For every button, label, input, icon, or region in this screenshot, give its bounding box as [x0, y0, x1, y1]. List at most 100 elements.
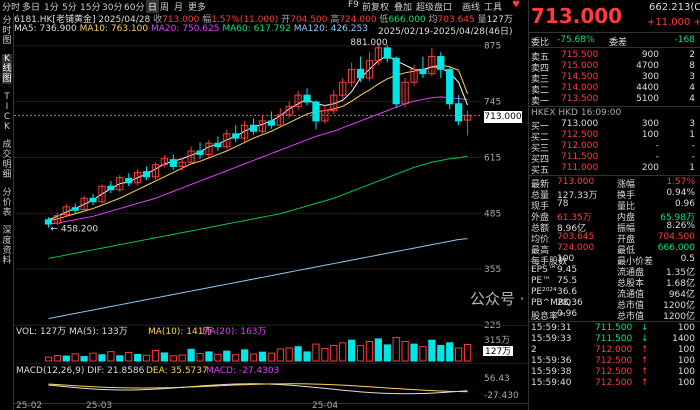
pane-divider: [14, 363, 528, 364]
panel-separator: [529, 106, 700, 107]
panel-cell: 4400: [636, 83, 659, 93]
panel-row: 卖五 715.500 900 2: [531, 50, 699, 63]
panel-cell: 28.36: [557, 298, 583, 308]
panel-index-value: 662.213(CN: [649, 2, 700, 13]
panel-row: EPS™ 9.45 流通盘 1.35亿: [531, 265, 699, 278]
volume-bar: [44, 356, 53, 362]
panel-cell: 100: [677, 345, 695, 355]
volume-bar: [401, 341, 409, 362]
panel-cell: -: [655, 152, 659, 162]
panel-cell: 1: [689, 163, 695, 173]
volume-bar: [321, 348, 329, 362]
volume-bar: [374, 338, 382, 362]
panel-cell: 15:59:31: [531, 323, 572, 333]
volume-bar: [116, 355, 124, 362]
volume-bar: [98, 354, 106, 362]
volume-bar: [241, 349, 249, 362]
volume-bar: [71, 353, 79, 362]
quote-panel: 713.000 662.213(CN +11.000 +1.57 委比-75.6…: [528, 0, 700, 410]
volume-bar: [187, 348, 195, 362]
panel-row: 现手 78 量比 0.96: [531, 199, 699, 212]
kline-chart[interactable]: 875745615485355225881.000← 458.200VOL: 1…: [14, 35, 528, 410]
panel-cell: 712.000: [561, 141, 599, 151]
panel-cell: 100: [557, 254, 575, 264]
volume-bar: [356, 345, 365, 362]
panel-cell: -75.68%: [557, 35, 595, 45]
candle-body: [267, 120, 275, 126]
ma60-line: [48, 155, 468, 259]
panel-cell: 712.500: [595, 367, 633, 377]
volume-bar: [80, 356, 88, 362]
ma60-label: MA60: 617.792: [222, 24, 291, 34]
left-tab[interactable]: TICK: [2, 92, 12, 132]
panel-cell: 900: [641, 50, 659, 60]
volume-bar: [160, 352, 168, 362]
left-tab[interactable]: 分时图: [2, 16, 12, 46]
candle-body: [383, 47, 391, 59]
panel-cell: 300: [641, 119, 659, 129]
panel-cell: 666.000: [657, 243, 695, 253]
panel-separator: [529, 47, 700, 48]
left-tab[interactable]: 分价表: [2, 188, 12, 218]
panel-row: 15:59:40 712.500 ↑ 100: [531, 378, 699, 389]
volume-bar: [151, 350, 160, 362]
left-tab[interactable]: 成交明细: [2, 140, 12, 180]
candle-body: [356, 68, 365, 79]
panel-cell: 100: [677, 323, 695, 333]
panel-row: 均价 703.645 开盘 704.500: [531, 232, 699, 245]
panel-row: 15:59:36 712.500 ↑ 100: [531, 356, 699, 367]
panel-cell: 713.000: [561, 119, 599, 129]
left-tab[interactable]: K线图: [2, 54, 12, 84]
volume-bar: [205, 351, 213, 362]
volume-bar: [312, 343, 320, 362]
favorite-icon[interactable]: ♥: [512, 0, 520, 10]
panel-separator: [529, 321, 700, 322]
panel-cell: ↑: [641, 345, 649, 355]
volume-bar: [446, 342, 454, 362]
left-tab[interactable]: 深度资料: [2, 226, 12, 266]
volume-bar: [125, 351, 133, 362]
volume-bar: [410, 343, 418, 362]
candle-body: [419, 68, 427, 75]
candle-body: [392, 57, 400, 105]
ma10-label: MA10: 763.100: [79, 24, 149, 34]
panel-last-price: 713.000: [531, 4, 623, 28]
panel-cell: ↑: [641, 367, 649, 377]
panel-cell: 2: [531, 345, 537, 355]
vol-label: VOL: 127万 MA(5): 133万: [16, 327, 128, 337]
panel-row: 委比 -75.68% 委差 -168: [531, 35, 699, 48]
panel-row: 15:59:31 711.500 ↓ 100: [531, 323, 699, 334]
ma120-line: [48, 238, 468, 320]
panel-row: 买二 712.500 100 1: [531, 130, 699, 143]
volume-bar: [142, 354, 151, 362]
panel-row: PE™ 75.5 总股本 1.68亿: [531, 276, 699, 289]
candle-body: [44, 219, 53, 225]
panel-row: 股息率™ 0.96 总市值 1200亿: [531, 309, 699, 322]
volume-bar: [303, 351, 311, 362]
candle-body: [303, 94, 311, 103]
macd-top-label: 56.43: [484, 374, 510, 384]
volume-bar: [267, 352, 275, 362]
toolbar-button[interactable]: F9: [348, 0, 359, 10]
panel-cell: 1: [689, 130, 695, 140]
panel-row: 2 712.000 ↑ 100: [531, 345, 699, 356]
y-tick-label: 615: [484, 153, 501, 163]
vol-last-label: 127万: [485, 347, 511, 357]
panel-row: 买五 711.000 200 1: [531, 163, 699, 176]
panel-row: 买三 712.000- -: [531, 141, 699, 154]
ma120-label: MA120: 426.253: [293, 24, 368, 34]
volume-bar: [330, 344, 338, 362]
panel-cell: ↑: [641, 378, 649, 388]
candle-body: [232, 133, 240, 139]
panel-cell: 0.5: [680, 254, 695, 264]
panel-separator: [529, 175, 700, 176]
panel-change: +11.000 +1.57: [647, 17, 700, 28]
panel-cell: 200: [641, 163, 659, 173]
panel-cell: -: [691, 152, 695, 162]
panel-cell: 715.500: [561, 50, 599, 60]
y-tick-label: 485: [484, 209, 501, 219]
panel-cell: 711.000: [561, 163, 599, 173]
panel-row: 15:59:38 712.500 ↑ 100: [531, 367, 699, 378]
panel-separator: [529, 32, 700, 33]
panel-cell: 712.500: [561, 130, 599, 140]
